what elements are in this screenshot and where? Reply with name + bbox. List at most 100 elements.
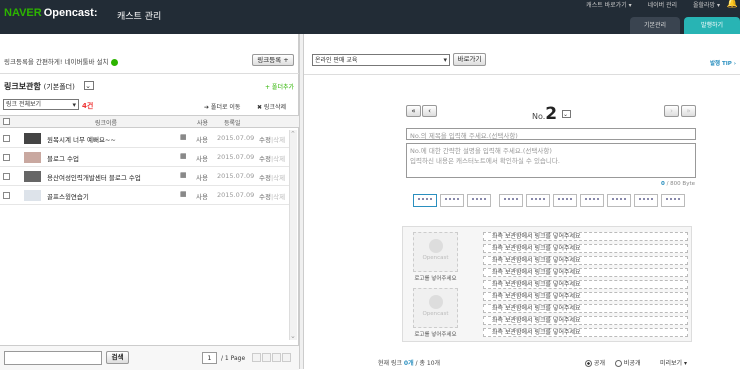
publish-panel: 온라인 판매 교육 ▾ 바로가기 발행 TIP › « ‹ No.2 ⌄ › » …	[304, 34, 740, 369]
card-preview-area: Opencast 로고를 넣어주세요 Opencast 로고를 넣어주세요 좌측…	[402, 226, 692, 342]
search-bar: 검색 1 / 1 Page	[0, 345, 299, 370]
row-title[interactable]: 블로그 수업	[47, 153, 79, 163]
scroll-down-icon[interactable]: ⌄	[290, 332, 296, 340]
table-row[interactable]: 용산여성인력개발센터 블로그 수업 ▦ 사용 2015.07.09 수정|삭제	[0, 167, 290, 186]
next-page-icon[interactable]	[272, 353, 281, 362]
logo-placeholder[interactable]: Opencast	[413, 288, 458, 328]
layout-option-7[interactable]	[580, 194, 604, 207]
issue-select[interactable]: ⌄	[562, 110, 571, 118]
row-edit[interactable]: 수정|삭제	[259, 153, 285, 163]
scrollbar[interactable]: ⌃ ⌄	[289, 130, 297, 340]
row-title[interactable]: 골프스윙연습기	[47, 191, 89, 201]
layout-option-6[interactable]	[553, 194, 577, 207]
page-input[interactable]: 1	[202, 352, 217, 364]
toolbar-notice[interactable]: 링크등록을 간편하게! 네이버툴바 설치	[4, 56, 118, 66]
visibility-private[interactable]: 비공개	[615, 358, 640, 367]
issue-number: No.2	[532, 104, 558, 124]
description-textarea[interactable]: No.에 대한 간략한 설명을 입력해 주세요.(선택사항) 입력하신 내용은 …	[406, 143, 696, 178]
next-no-button[interactable]: ›	[664, 105, 679, 117]
row-checkbox[interactable]	[3, 135, 10, 142]
last-page-icon[interactable]	[282, 353, 291, 362]
link-slot[interactable]: 좌측 보관함에서 링크를 넣어주세요	[483, 232, 688, 241]
naver-manage-link[interactable]: 네이버 관리	[648, 2, 678, 9]
row-use: 사용	[196, 193, 208, 201]
calendar-icon[interactable]: ▦	[180, 171, 187, 179]
publish-tip-link[interactable]: 발행 TIP ›	[710, 59, 736, 67]
filter-select[interactable]: 링크 전체보기 ▾	[3, 99, 79, 110]
row-checkbox[interactable]	[3, 173, 10, 180]
select-all-checkbox[interactable]	[3, 118, 10, 125]
move-folder-button[interactable]: ➔ 폴더로 이동	[204, 102, 240, 111]
link-slot[interactable]: 좌측 보관함에서 링크를 넣어주세요	[483, 280, 688, 289]
thumbnail	[24, 152, 41, 163]
link-slot[interactable]: 좌측 보관함에서 링크를 넣어주세요	[483, 256, 688, 265]
row-title[interactable]: 원목시계 너무 예뻐요~~	[47, 134, 116, 144]
user-menu[interactable]: 올할라망 ▾	[693, 2, 720, 9]
divider	[0, 73, 299, 74]
preview-button[interactable]: 미리보기 ▾	[660, 358, 687, 367]
thumbnail	[24, 133, 41, 144]
calendar-icon[interactable]: ▦	[180, 152, 187, 160]
search-input[interactable]	[4, 351, 102, 365]
row-checkbox[interactable]	[3, 154, 10, 161]
add-folder-link[interactable]: + 폴더추가	[265, 82, 294, 91]
link-slot[interactable]: 좌측 보관함에서 링크를 넣어주세요	[483, 268, 688, 277]
goto-button[interactable]: 바로가기	[453, 53, 486, 66]
link-count-status: 현재 링크 0개 / 총 10개	[378, 360, 441, 367]
layout-option-4[interactable]	[499, 194, 523, 207]
bell-icon[interactable]: 🔔	[727, 0, 738, 9]
link-slot[interactable]: 좌측 보관함에서 링크를 넣어주세요	[483, 292, 688, 301]
prev-no-button[interactable]: ‹	[422, 105, 437, 117]
row-edit[interactable]: 수정|삭제	[259, 134, 285, 144]
logo[interactable]: NAVER Opencast:	[4, 7, 98, 19]
logo-placeholder[interactable]: Opencast	[413, 232, 458, 272]
cast-shortcut-link[interactable]: 캐스트 바로가기 ▾	[586, 2, 631, 9]
register-link-button[interactable]: 링크등록 +	[252, 54, 294, 66]
layout-option-5[interactable]	[526, 194, 550, 207]
row-use: 사용	[196, 174, 208, 182]
scroll-up-icon[interactable]: ⌃	[290, 130, 296, 138]
first-no-button[interactable]: «	[406, 105, 421, 117]
visibility-public[interactable]: 공개	[585, 358, 605, 367]
table-row[interactable]: 원목시계 너무 예뻐요~~ ▦ 사용 2015.07.09 수정|삭제	[0, 129, 290, 148]
layout-option-10[interactable]	[661, 194, 685, 207]
layout-option-2[interactable]	[440, 194, 464, 207]
page-title: 캐스트 관리	[117, 12, 162, 22]
calendar-icon[interactable]: ▦	[180, 190, 187, 198]
table-row[interactable]: 블로그 수업 ▦ 사용 2015.07.09 수정|삭제	[0, 148, 290, 167]
row-use: 사용	[196, 136, 208, 144]
layout-option-3[interactable]	[467, 194, 491, 207]
layout-option-8[interactable]	[607, 194, 631, 207]
prev-page-icon[interactable]	[262, 353, 271, 362]
chevron-down-icon: ▾	[443, 56, 447, 64]
thumbnail	[24, 190, 41, 201]
row-edit[interactable]: 수정|삭제	[259, 191, 285, 201]
search-button[interactable]: 검색	[106, 351, 129, 364]
layout-option-9[interactable]	[634, 194, 658, 207]
link-slot[interactable]: 좌측 보관함에서 링크를 넣어주세요	[483, 244, 688, 253]
first-page-icon[interactable]	[252, 353, 261, 362]
row-use: 사용	[196, 155, 208, 163]
link-slot[interactable]: 좌측 보관함에서 링크를 넣어주세요	[483, 316, 688, 325]
table-row[interactable]: 골프스윙연습기 ▦ 사용 2015.07.09 수정|삭제	[0, 186, 290, 205]
last-no-button[interactable]: »	[681, 105, 696, 117]
link-panel: 링크등록을 간편하게! 네이버툴바 설치 링크등록 + 링크보관함 (기본폴더)…	[0, 34, 299, 370]
title-input[interactable]: No.의 제목을 입력해 주세요.(선택사항)	[406, 128, 696, 140]
link-slot[interactable]: 좌측 보관함에서 링크를 넣어주세요	[483, 304, 688, 313]
row-edit[interactable]: 수정|삭제	[259, 172, 285, 182]
tab-publish[interactable]: 발행하기	[684, 17, 740, 34]
chevron-down-icon: ⌄	[562, 111, 568, 118]
layout-option-1[interactable]	[413, 194, 437, 207]
top-links: 캐스트 바로가기 ▾ 네이버 관리 올할라망 ▾	[572, 0, 720, 9]
link-count: 4건	[82, 102, 94, 110]
calendar-icon[interactable]: ▦	[180, 133, 187, 141]
tab-basic-manage[interactable]: 기본관리	[630, 17, 680, 34]
delete-link-button[interactable]: ✖ 링크삭제	[257, 102, 286, 111]
link-slot[interactable]: 좌측 보관함에서 링크를 넣어주세요	[483, 328, 688, 337]
folder-select[interactable]: ⌄	[84, 81, 94, 90]
row-checkbox[interactable]	[3, 192, 10, 199]
row-title[interactable]: 용산여성인력개발센터 블로그 수업	[47, 172, 141, 182]
cast-select[interactable]: 온라인 판매 교육 ▾	[312, 54, 450, 66]
logo-placeholder-label: 로고를 넣어주세요	[414, 276, 457, 282]
col-date: 등록일	[224, 120, 241, 127]
